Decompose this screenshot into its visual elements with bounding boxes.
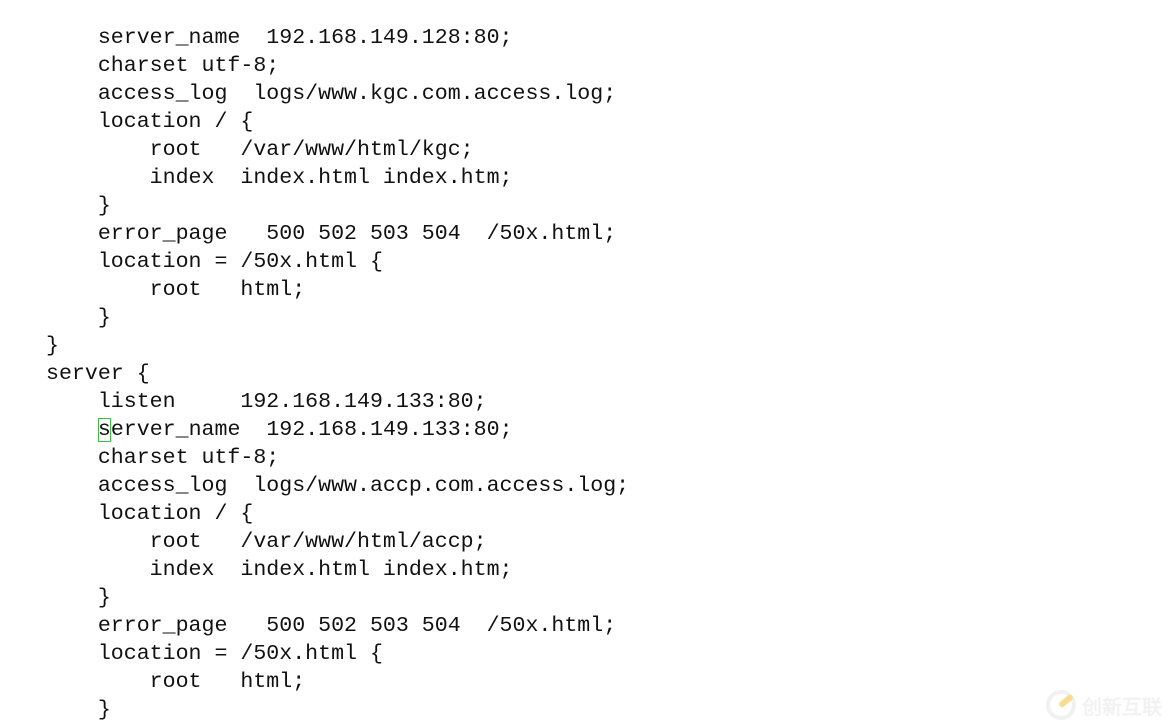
code-line[interactable]: access_log logs/www.kgc.com.access.log; bbox=[0, 80, 1172, 108]
code-line[interactable]: server_name 192.168.149.128:80; bbox=[0, 24, 1172, 52]
code-line[interactable]: } bbox=[0, 696, 1172, 724]
text-cursor: s bbox=[97, 418, 111, 442]
code-line[interactable]: location = /50x.html { bbox=[0, 248, 1172, 276]
code-line[interactable]: root html; bbox=[0, 668, 1172, 696]
watermark: 创新互联 bbox=[1046, 690, 1162, 720]
watermark-logo-icon bbox=[1046, 690, 1076, 720]
code-line[interactable]: } bbox=[0, 192, 1172, 220]
code-line[interactable]: access_log logs/www.accp.com.access.log; bbox=[0, 472, 1172, 500]
code-line[interactable]: location = /50x.html { bbox=[0, 640, 1172, 668]
code-line[interactable]: location / { bbox=[0, 108, 1172, 136]
code-line[interactable]: } bbox=[0, 304, 1172, 332]
code-line[interactable]: index index.html index.htm; bbox=[0, 556, 1172, 584]
code-line[interactable]: index index.html index.htm; bbox=[0, 164, 1172, 192]
code-line[interactable]: server { bbox=[0, 360, 1172, 388]
code-line[interactable]: } bbox=[0, 584, 1172, 612]
code-line[interactable]: } bbox=[0, 332, 1172, 360]
code-line[interactable]: root /var/www/html/accp; bbox=[0, 528, 1172, 556]
code-line[interactable]: error_page 500 502 503 504 /50x.html; bbox=[0, 612, 1172, 640]
code-line[interactable]: charset utf-8; bbox=[0, 444, 1172, 472]
code-line[interactable]: charset utf-8; bbox=[0, 52, 1172, 80]
code-line[interactable]: root /var/www/html/kgc; bbox=[0, 136, 1172, 164]
code-line[interactable]: error_page 500 502 503 504 /50x.html; bbox=[0, 220, 1172, 248]
code-line[interactable]: server_name 192.168.149.133:80; bbox=[0, 416, 1172, 444]
watermark-text: 创新互联 bbox=[1082, 694, 1162, 719]
code-line[interactable]: listen 192.168.149.133:80; bbox=[0, 388, 1172, 416]
code-editor[interactable]: server_name 192.168.149.128:80; charset … bbox=[0, 24, 1172, 728]
code-line[interactable]: location / { bbox=[0, 500, 1172, 528]
code-line[interactable]: root html; bbox=[0, 276, 1172, 304]
